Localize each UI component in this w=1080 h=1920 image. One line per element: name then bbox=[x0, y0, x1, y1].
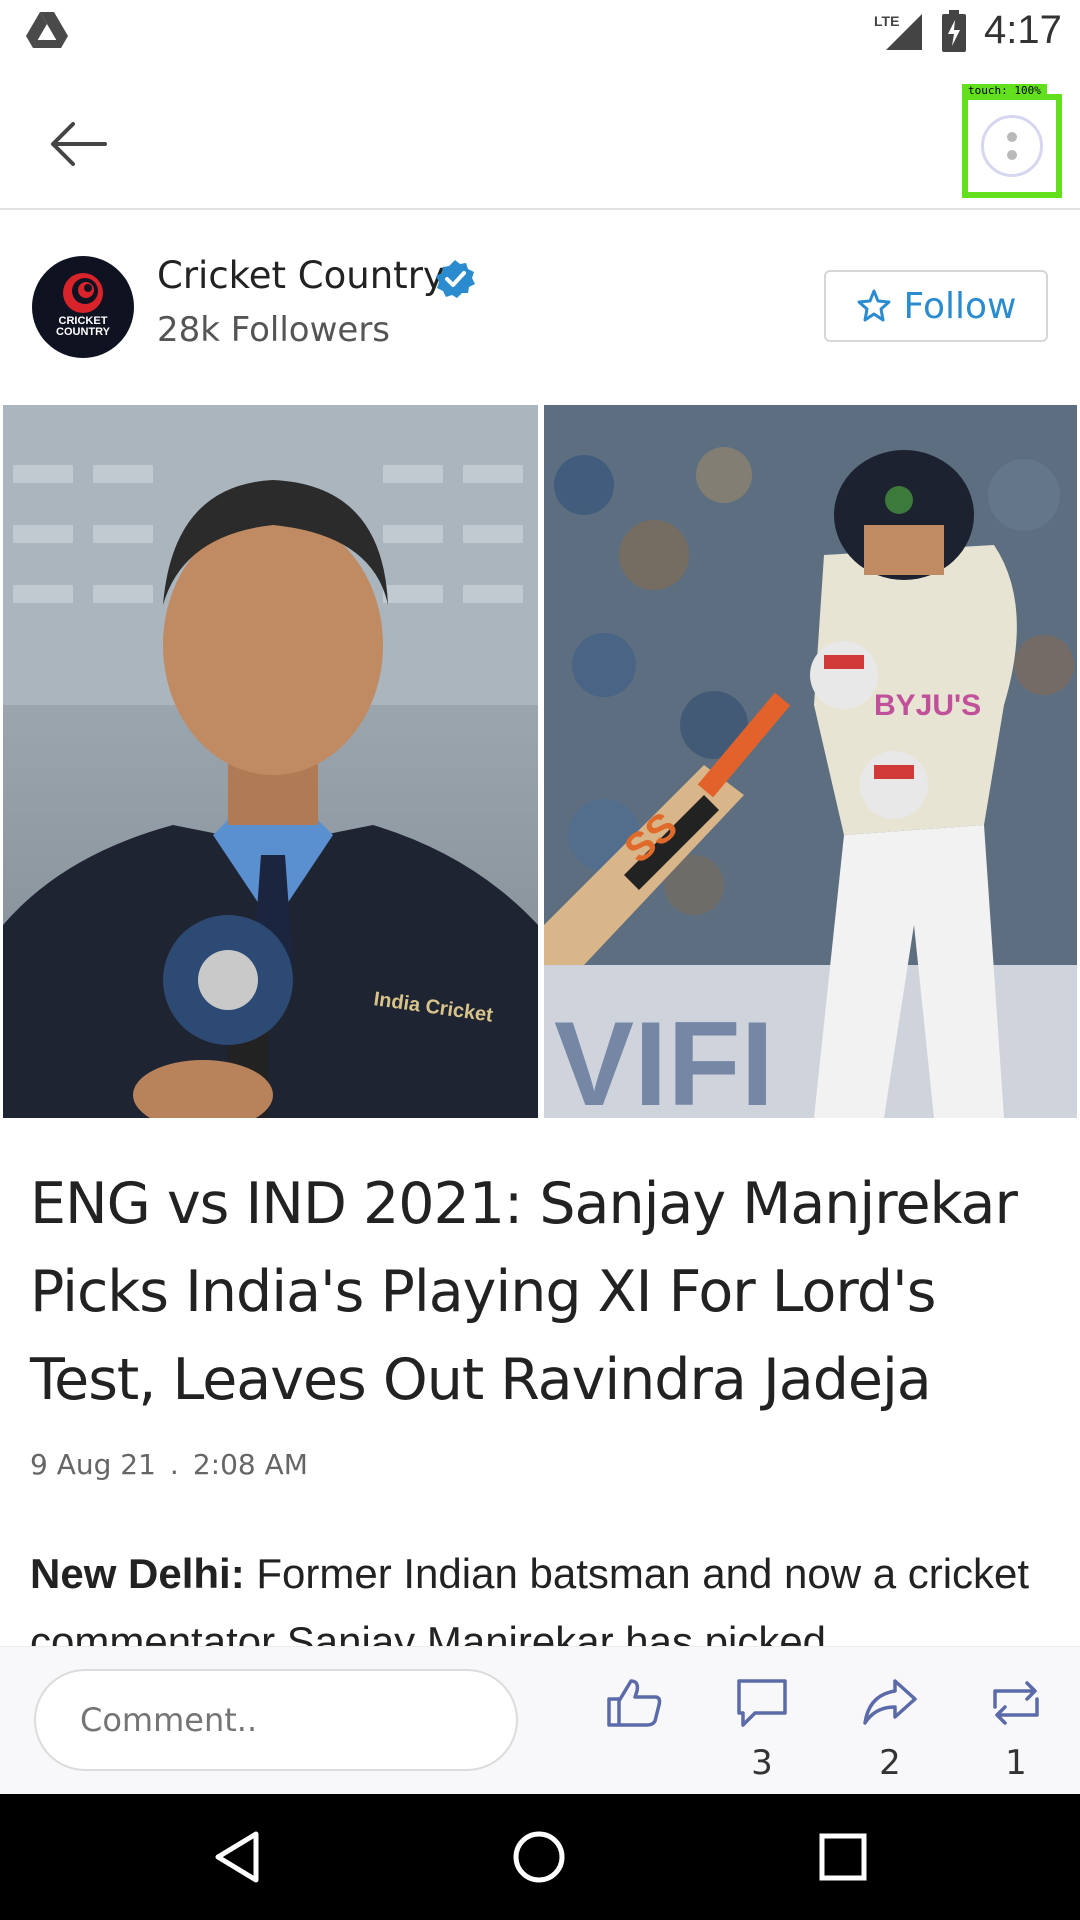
lte-signal-icon: LTE bbox=[874, 13, 922, 50]
article-dateline: New Delhi: bbox=[30, 1550, 245, 1597]
clock: 4:17 bbox=[984, 8, 1062, 52]
like-button[interactable] bbox=[584, 1677, 684, 1783]
article-headline: ENG vs IND 2021: Sanjay Manjrekar Picks … bbox=[30, 1171, 1018, 1413]
repost-button[interactable]: 1 bbox=[966, 1677, 1066, 1783]
more-vert-icon bbox=[981, 115, 1043, 177]
nav-back-button[interactable] bbox=[202, 1822, 272, 1892]
status-bar: LTE 4:17 bbox=[0, 0, 1080, 64]
shirt-sponsor-text: BYJU'S bbox=[874, 689, 981, 722]
nav-recents-icon bbox=[819, 1833, 867, 1881]
battery-charging-icon bbox=[942, 10, 966, 52]
touch-overlay-label: touch: 100% bbox=[962, 84, 1047, 98]
share-icon bbox=[863, 1679, 917, 1725]
thumbs-up-icon bbox=[607, 1679, 662, 1727]
article-hero-image[interactable]: India Cricket VIFI SS BYJU'S bbox=[3, 405, 1077, 1118]
publisher-logo[interactable]: CRICKET COUNTRY bbox=[32, 256, 134, 358]
meta-separator: . bbox=[169, 1448, 179, 1481]
hero-image-batsman: VIFI SS BYJU'S bbox=[544, 405, 1077, 1118]
nav-home-button[interactable] bbox=[504, 1822, 574, 1892]
article-meta: 9 Aug 21. 2:08 AM bbox=[30, 1448, 308, 1481]
publisher-logo-text: CRICKET COUNTRY bbox=[56, 315, 110, 338]
star-outline-icon bbox=[857, 289, 891, 322]
app-bar bbox=[0, 64, 1080, 210]
article-time: 2:08 AM bbox=[192, 1448, 308, 1481]
more-options-button[interactable] bbox=[962, 94, 1062, 198]
share-button[interactable]: 2 bbox=[840, 1677, 940, 1783]
publisher-name[interactable]: Cricket Country bbox=[157, 254, 445, 297]
action-bar: 3 2 1 bbox=[0, 1646, 1080, 1794]
repost-icon bbox=[993, 1681, 1039, 1725]
hero-image-commentator: India Cricket bbox=[3, 405, 538, 1118]
article-body: New Delhi: Former Indian batsman and now… bbox=[30, 1540, 1060, 1648]
system-nav-bar bbox=[0, 1794, 1080, 1920]
comment-button[interactable]: 3 bbox=[712, 1677, 812, 1783]
drive-icon bbox=[26, 12, 68, 48]
cricket-country-logo-icon bbox=[63, 273, 103, 313]
comment-icon bbox=[737, 1679, 787, 1727]
follow-label: Follow bbox=[903, 285, 1017, 327]
nav-recents-button[interactable] bbox=[808, 1822, 878, 1892]
network-type-label: LTE bbox=[874, 13, 899, 29]
comment-count: 3 bbox=[751, 1743, 773, 1783]
comment-input[interactable] bbox=[34, 1669, 518, 1771]
arrow-left-icon bbox=[51, 122, 107, 166]
share-count: 2 bbox=[879, 1743, 901, 1783]
back-button[interactable] bbox=[38, 104, 118, 184]
nav-back-icon bbox=[215, 1831, 259, 1883]
verified-badge-icon bbox=[436, 260, 475, 298]
svg-text:VIFI: VIFI bbox=[554, 997, 774, 1118]
follow-button[interactable]: Follow bbox=[824, 270, 1048, 342]
nav-home-icon bbox=[513, 1831, 565, 1883]
publisher-followers: 28k Followers bbox=[157, 310, 391, 350]
article-date: 9 Aug 21 bbox=[30, 1448, 156, 1481]
publisher-row: CRICKET COUNTRY Cricket Country 28k Foll… bbox=[0, 212, 1080, 402]
repost-count: 1 bbox=[1005, 1743, 1027, 1783]
